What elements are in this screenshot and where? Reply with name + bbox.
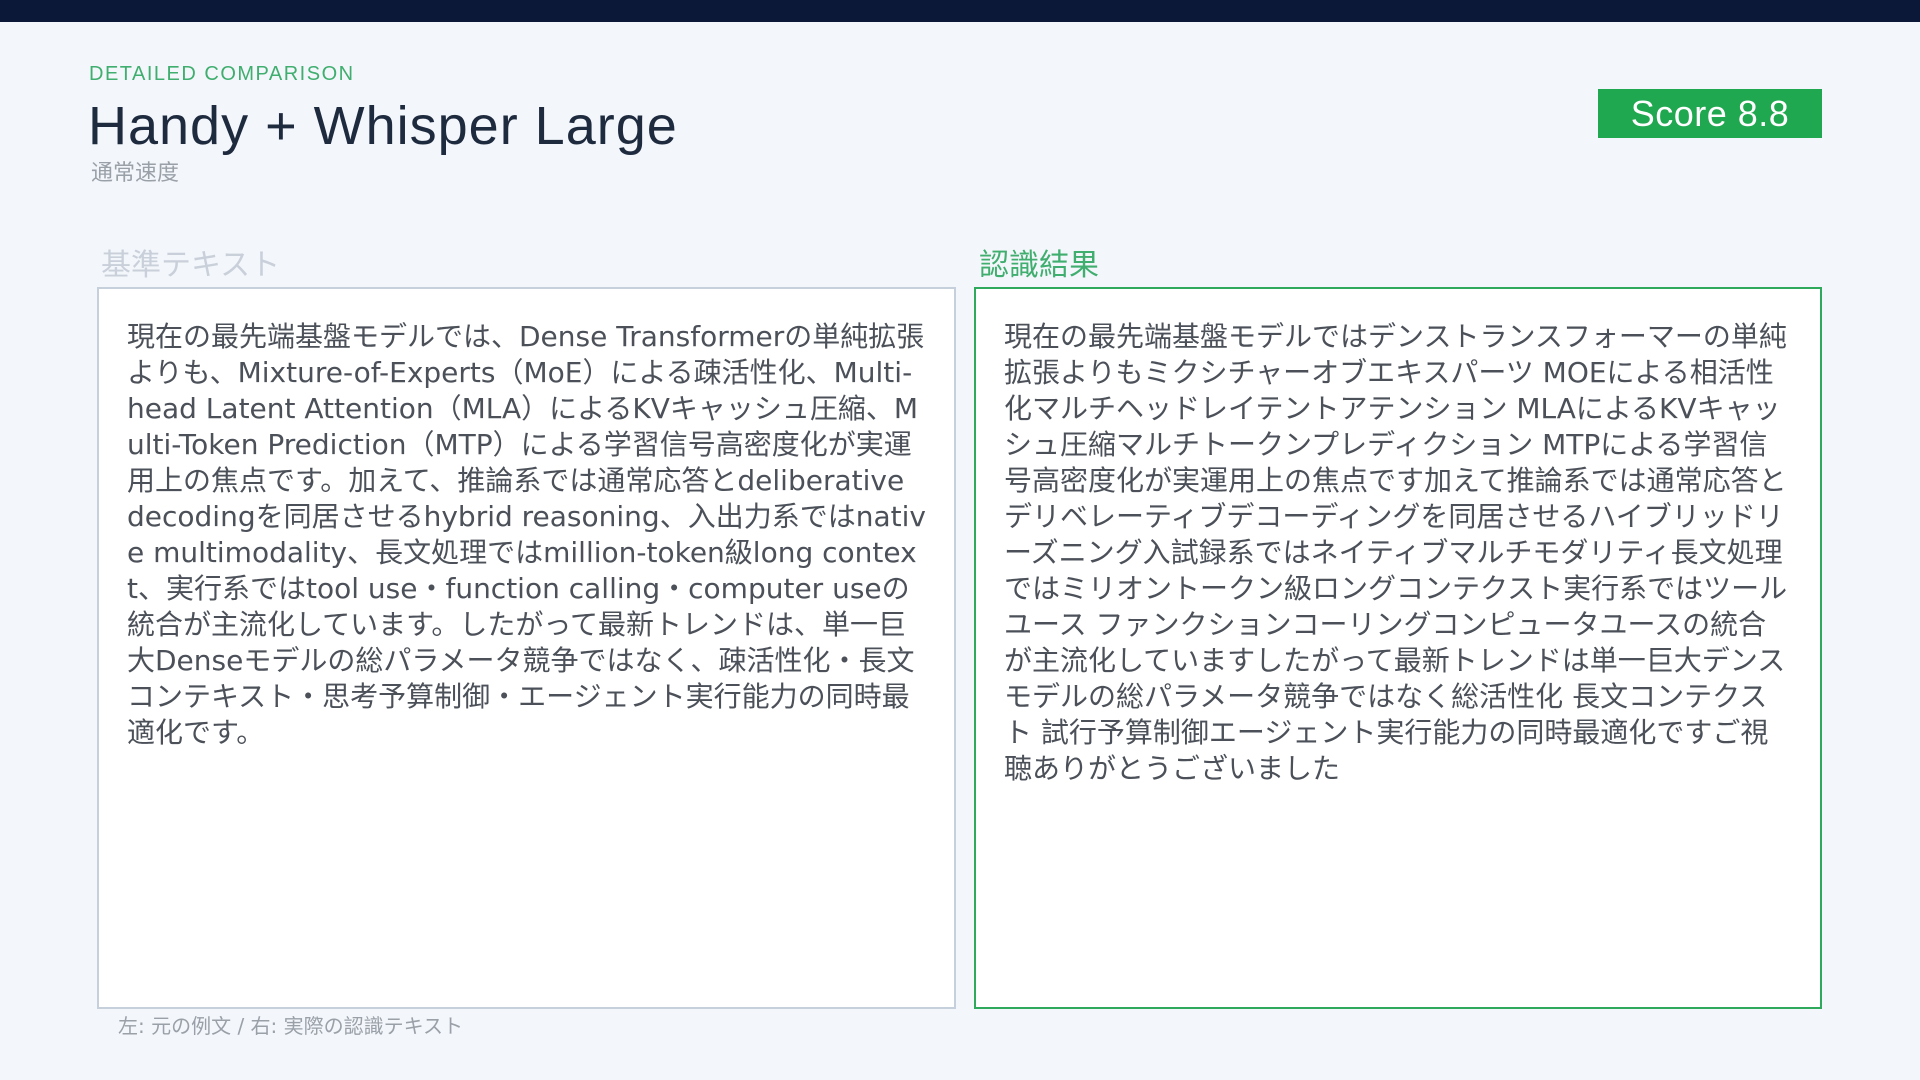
result-text-panel: 現在の最先端基盤モデルではデンストランスフォーマーの単純拡張よりもミクシチャーオ…	[974, 287, 1822, 1009]
reference-text: 現在の最先端基盤モデルでは、Dense Transformerの単純拡張よりも、…	[127, 320, 926, 749]
result-label: 認識結果	[979, 248, 1099, 283]
footer-note: 左: 元の例文 / 右: 実際の認識テキスト	[118, 1014, 464, 1038]
page-subtitle: 通常速度	[91, 161, 180, 186]
reference-text-panel: 現在の最先端基盤モデルでは、Dense Transformerの単純拡張よりも、…	[97, 287, 956, 1009]
section-eyebrow: DETAILED COMPARISON	[89, 63, 355, 85]
reference-label: 基準テキスト	[101, 248, 281, 283]
score-badge: Score 8.8	[1598, 89, 1822, 138]
result-text: 現在の最先端基盤モデルではデンストランスフォーマーの単純拡張よりもミクシチャーオ…	[1004, 320, 1788, 785]
page-title: Handy + Whisper Large	[88, 96, 678, 156]
top-bar	[0, 0, 1920, 22]
